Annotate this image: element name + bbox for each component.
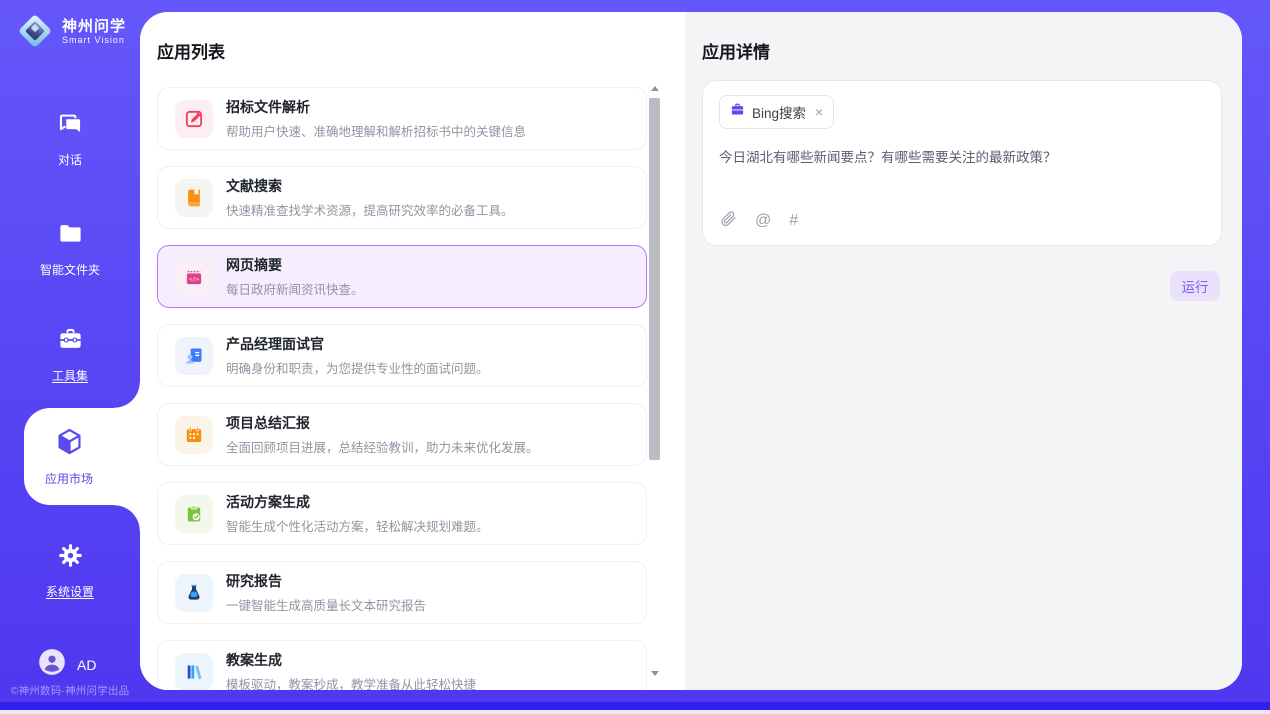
app-item-description: 帮助用户快速、准确地理解和解析招标书中的关键信息 bbox=[226, 121, 526, 140]
app-item-title: 网页摘要 bbox=[226, 255, 364, 275]
tool-chip-label: Bing搜索 bbox=[752, 102, 806, 122]
app-list-scrollbar[interactable] bbox=[648, 82, 662, 678]
app-list-panel: 应用列表 招标文件解析 帮助用户快速、准确地理解和解析招标书中的关键信息 bbox=[140, 12, 685, 690]
user-account[interactable]: AD bbox=[38, 648, 96, 681]
content-card: 应用列表 招标文件解析 帮助用户快速、准确地理解和解析招标书中的关键信息 bbox=[140, 12, 1242, 690]
sidebar-item-toolset[interactable]: 工具集 bbox=[0, 326, 140, 384]
avatar bbox=[38, 648, 66, 681]
app-item-title: 教案生成 bbox=[226, 650, 476, 670]
sidebar-item-chat[interactable]: 对话 bbox=[0, 110, 140, 168]
app-item-title: 项目总结汇报 bbox=[226, 413, 539, 433]
browser-code-icon: </> bbox=[175, 258, 213, 296]
app-item-title: 文献搜索 bbox=[226, 176, 514, 196]
app-list-title: 应用列表 bbox=[157, 38, 685, 63]
bottom-edge bbox=[0, 710, 1270, 714]
svg-text:</>: </> bbox=[189, 276, 200, 282]
books-icon bbox=[175, 653, 213, 691]
app-item-description: 一键智能生成高质量长文本研究报告 bbox=[226, 595, 426, 614]
cube-icon bbox=[54, 426, 85, 462]
app-item-title: 活动方案生成 bbox=[226, 492, 489, 512]
prompt-input-card[interactable]: Bing搜索 × 今日湖北有哪些新闻要点？有哪些需要关注的最新政策？ @ # bbox=[702, 80, 1222, 246]
bottom-accent-bar bbox=[0, 702, 1270, 710]
app-detail-panel: 应用详情 Bing搜索 × 今日湖北有哪些新闻要点？有哪些需要关注的最新政策？ bbox=[685, 12, 1242, 690]
run-button[interactable]: 运行 bbox=[1170, 271, 1220, 301]
brand-text: 神州问学 Smart Vision bbox=[62, 18, 126, 45]
sidebar-item-label: 应用市场 bbox=[45, 470, 93, 487]
app-item-description: 模板驱动，教案秒成，教学准备从此轻松快捷 bbox=[226, 674, 476, 690]
folder-icon bbox=[57, 220, 84, 252]
prompt-toolbar: @ # bbox=[720, 210, 798, 232]
attachment-icon[interactable] bbox=[720, 210, 737, 232]
sidebar-item-app-market[interactable]: 应用市场 bbox=[24, 408, 140, 505]
tool-chip-bing-search[interactable]: Bing搜索 × bbox=[719, 95, 834, 129]
sidebar-item-smart-folder[interactable]: 智能文件夹 bbox=[0, 220, 140, 278]
app-list-item-lesson-plan[interactable]: 教案生成 模板驱动，教案秒成，教学准备从此轻松快捷 bbox=[157, 640, 647, 690]
app-list-item-event-plan[interactable]: 活动方案生成 智能生成个性化活动方案，轻松解决规划难题。 bbox=[157, 482, 647, 545]
copyright-text: ©神州数码·神州问学出品 bbox=[0, 683, 140, 698]
app-detail-title: 应用详情 bbox=[702, 38, 1242, 63]
brand-name: 神州问学 bbox=[62, 18, 126, 35]
app-list-item-research-report[interactable]: 研究报告 一键智能生成高质量长文本研究报告 bbox=[157, 561, 647, 624]
chat-icon bbox=[57, 110, 84, 142]
app-list: 招标文件解析 帮助用户快速、准确地理解和解析招标书中的关键信息 文献搜索 bbox=[157, 87, 647, 690]
app-window: 神州问学 Smart Vision 对话 智能文件夹 bbox=[0, 0, 1270, 714]
briefcase-icon bbox=[730, 102, 745, 122]
sidebar-item-label: 系统设置 bbox=[46, 583, 94, 600]
app-item-description: 全面回顾项目进展，总结经验教训，助力未来优化发展。 bbox=[226, 437, 539, 456]
prompt-text[interactable]: 今日湖北有哪些新闻要点？有哪些需要关注的最新政策？ bbox=[719, 146, 1205, 166]
app-list-item-bid-parsing[interactable]: 招标文件解析 帮助用户快速、准确地理解和解析招标书中的关键信息 bbox=[157, 87, 647, 150]
book-icon bbox=[175, 179, 213, 217]
sidebar-item-label: 智能文件夹 bbox=[40, 261, 100, 278]
brand-logo-icon bbox=[16, 12, 54, 50]
app-item-title: 研究报告 bbox=[226, 571, 426, 591]
scroll-up-icon[interactable] bbox=[651, 86, 659, 91]
sidebar-item-settings[interactable]: 系统设置 bbox=[0, 542, 140, 600]
brand: 神州问学 Smart Vision bbox=[16, 12, 126, 50]
mention-icon[interactable]: @ bbox=[755, 212, 771, 230]
app-item-description: 每日政府新闻资讯快查。 bbox=[226, 279, 364, 298]
hash-icon[interactable]: # bbox=[789, 212, 798, 230]
user-initials: AD bbox=[77, 657, 96, 673]
app-item-description: 明确身份和职责，为您提供专业性的面试问题。 bbox=[226, 358, 489, 377]
calendar-icon bbox=[175, 416, 213, 454]
edit-document-icon bbox=[175, 100, 213, 138]
gear-icon bbox=[57, 542, 84, 574]
app-list-item-pm-interviewer[interactable]: 产品经理面试官 明确身份和职责，为您提供专业性的面试问题。 bbox=[157, 324, 647, 387]
app-item-title: 招标文件解析 bbox=[226, 97, 526, 117]
app-item-title: 产品经理面试官 bbox=[226, 334, 489, 354]
clipboard-check-icon bbox=[175, 495, 213, 533]
sidebar-item-label: 工具集 bbox=[52, 367, 88, 384]
app-list-item-web-summary[interactable]: </> 网页摘要 每日政府新闻资讯快查。 bbox=[157, 245, 647, 308]
close-icon[interactable]: × bbox=[815, 105, 823, 119]
app-list-item-project-summary[interactable]: 项目总结汇报 全面回顾项目进展，总结经验教训，助力未来优化发展。 bbox=[157, 403, 647, 466]
app-item-description: 智能生成个性化活动方案，轻松解决规划难题。 bbox=[226, 516, 489, 535]
sidebar-item-label: 对话 bbox=[58, 151, 82, 168]
interview-document-icon bbox=[175, 337, 213, 375]
sidebar: 神州问学 Smart Vision 对话 智能文件夹 bbox=[0, 0, 140, 703]
scroll-down-icon[interactable] bbox=[651, 671, 659, 676]
flask-icon bbox=[175, 574, 213, 612]
scrollbar-thumb[interactable] bbox=[649, 98, 660, 460]
brand-subtitle: Smart Vision bbox=[62, 35, 126, 45]
toolbox-icon bbox=[57, 326, 84, 358]
app-item-description: 快速精准查找学术资源，提高研究效率的必备工具。 bbox=[226, 200, 514, 219]
app-list-item-literature-search[interactable]: 文献搜索 快速精准查找学术资源，提高研究效率的必备工具。 bbox=[157, 166, 647, 229]
